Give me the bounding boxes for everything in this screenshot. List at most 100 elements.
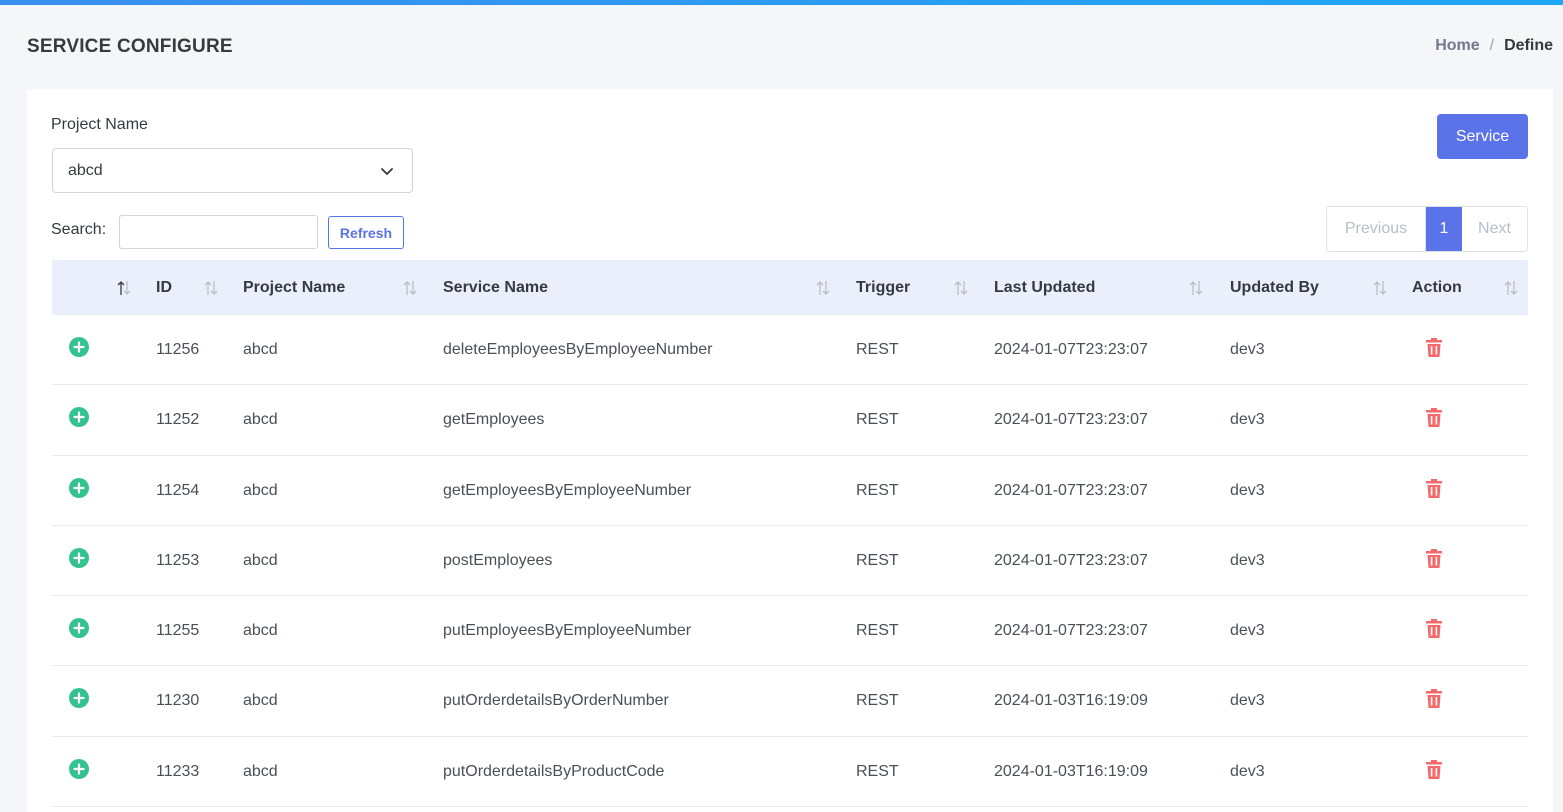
cell-service-name: postEmployees <box>443 551 553 569</box>
pagination: Previous 1 Next <box>1326 206 1528 252</box>
cell-trigger: REST <box>856 692 899 710</box>
cell-id: 11230 <box>156 692 200 710</box>
column-header-updated-by[interactable]: Updated By <box>1230 260 1319 315</box>
cell-id: 11255 <box>156 622 200 640</box>
cell-project-name: abcd <box>243 481 278 499</box>
breadcrumb-separator: / <box>1489 37 1495 54</box>
cell-project-name: abcd <box>243 762 278 780</box>
cell-updated-by: dev3 <box>1230 622 1265 640</box>
table-row: 11256 abcd deleteEmployeesByEmployeeNumb… <box>52 315 1528 386</box>
plus-circle-icon[interactable] <box>68 336 90 358</box>
main-card: Project Name abcd Service Search: Refres… <box>27 89 1553 812</box>
cell-last-updated: 2024-01-03T16:19:09 <box>994 762 1148 780</box>
cell-updated-by: dev3 <box>1230 481 1265 499</box>
table-row: 11253 abcd postEmployees REST 2024-01-07… <box>52 526 1528 597</box>
plus-circle-icon[interactable] <box>68 617 90 639</box>
cell-trigger: REST <box>856 622 899 640</box>
trash-icon[interactable] <box>1424 687 1444 709</box>
cell-updated-by: dev3 <box>1230 341 1265 358</box>
page-title: SERVICE CONFIGURE <box>27 36 233 57</box>
cell-trigger: REST <box>856 762 899 780</box>
cell-id: 11253 <box>156 551 200 569</box>
cell-id: 11233 <box>156 762 200 780</box>
table-header: ID Project Name Service Name Trigger Las… <box>52 260 1528 315</box>
cell-last-updated: 2024-01-07T23:23:07 <box>994 411 1148 429</box>
breadcrumb-current: Define <box>1504 37 1553 54</box>
cell-project-name: abcd <box>243 692 278 710</box>
search-label: Search: <box>51 221 107 238</box>
plus-circle-icon[interactable] <box>68 406 90 428</box>
cell-project-name: abcd <box>243 341 278 358</box>
sort-arrows-icon[interactable] <box>203 278 219 298</box>
table-row: 11252 abcd getEmployees REST 2024-01-07T… <box>52 385 1528 456</box>
pagination-next[interactable]: Next <box>1462 207 1527 251</box>
cell-id: 11254 <box>156 481 200 499</box>
sort-arrows-icon[interactable] <box>1188 278 1204 298</box>
trash-icon[interactable] <box>1424 617 1444 639</box>
cell-service-name: getEmployeesByEmployeeNumber <box>443 481 692 499</box>
plus-circle-icon[interactable] <box>68 758 90 780</box>
table-row: 11254 abcd getEmployeesByEmployeeNumber … <box>52 456 1528 526</box>
trash-icon[interactable] <box>1424 547 1444 569</box>
cell-service-name: deleteEmployeesByEmployeeNumber <box>443 341 713 358</box>
cell-project-name: abcd <box>243 622 278 640</box>
table-row: 11255 abcd putEmployeesByEmployeeNumber … <box>52 596 1528 667</box>
cell-updated-by: dev3 <box>1230 762 1265 780</box>
cell-service-name: getEmployees <box>443 411 545 429</box>
cell-last-updated: 2024-01-07T23:23:07 <box>994 551 1148 569</box>
cell-trigger: REST <box>856 481 899 499</box>
sort-active-icon[interactable] <box>116 278 132 298</box>
column-header-trigger[interactable]: Trigger <box>856 260 910 315</box>
trash-icon[interactable] <box>1424 758 1444 780</box>
plus-circle-icon[interactable] <box>68 547 90 569</box>
cell-updated-by: dev3 <box>1230 411 1265 429</box>
cell-project-name: abcd <box>243 551 278 569</box>
sort-arrows-icon[interactable] <box>1372 278 1388 298</box>
column-header-project-name[interactable]: Project Name <box>243 260 345 315</box>
cell-id: 11256 <box>156 341 200 358</box>
plus-circle-icon[interactable] <box>68 477 90 499</box>
column-header-action[interactable]: Action <box>1412 260 1462 315</box>
cell-last-updated: 2024-01-07T23:23:07 <box>994 622 1148 640</box>
sort-arrows-icon[interactable] <box>815 278 831 298</box>
cell-last-updated: 2024-01-07T23:23:07 <box>994 341 1148 358</box>
cell-trigger: REST <box>856 341 899 358</box>
plus-circle-icon[interactable] <box>68 687 90 709</box>
breadcrumb: Home / Define <box>1435 37 1553 55</box>
project-name-select[interactable]: abcd <box>52 148 413 193</box>
trash-icon[interactable] <box>1424 406 1444 428</box>
add-service-button[interactable]: Service <box>1437 114 1528 159</box>
cell-updated-by: dev3 <box>1230 551 1265 569</box>
project-select-value: abcd <box>68 161 103 179</box>
cell-last-updated: 2024-01-07T23:23:07 <box>994 481 1148 499</box>
column-header-id[interactable]: ID <box>156 260 172 315</box>
table-row: 11233 abcd putOrderdetailsByProductCode … <box>52 737 1528 808</box>
refresh-button[interactable]: Refresh <box>328 216 404 249</box>
top-accent-bar <box>0 0 1563 5</box>
breadcrumb-home-link[interactable]: Home <box>1435 37 1479 55</box>
sort-arrows-icon[interactable] <box>402 278 418 298</box>
sort-arrows-icon[interactable] <box>953 278 969 298</box>
table-row: 11230 abcd putOrderdetailsByOrderNumber … <box>52 666 1528 737</box>
cell-updated-by: dev3 <box>1230 692 1265 710</box>
column-header-service-name[interactable]: Service Name <box>443 260 548 315</box>
cell-service-name: putOrderdetailsByOrderNumber <box>443 692 669 710</box>
cell-project-name: abcd <box>243 411 278 429</box>
column-header-last-updated[interactable]: Last Updated <box>994 260 1095 315</box>
cell-trigger: REST <box>856 551 899 569</box>
cell-trigger: REST <box>856 411 899 429</box>
pagination-page-current[interactable]: 1 <box>1426 207 1462 251</box>
table-body: 11256 abcd deleteEmployeesByEmployeeNumb… <box>52 315 1528 808</box>
chevron-down-icon <box>381 168 393 175</box>
search-input[interactable] <box>119 215 318 249</box>
pagination-previous[interactable]: Previous <box>1327 207 1426 251</box>
cell-service-name: putEmployeesByEmployeeNumber <box>443 622 692 640</box>
services-table: ID Project Name Service Name Trigger Las… <box>52 260 1528 808</box>
cell-last-updated: 2024-01-03T16:19:09 <box>994 692 1148 710</box>
trash-icon[interactable] <box>1424 336 1444 358</box>
cell-service-name: putOrderdetailsByProductCode <box>443 762 665 780</box>
sort-arrows-icon[interactable] <box>1503 278 1519 298</box>
project-name-label: Project Name <box>51 116 148 133</box>
cell-id: 11252 <box>156 411 200 429</box>
trash-icon[interactable] <box>1424 477 1444 499</box>
